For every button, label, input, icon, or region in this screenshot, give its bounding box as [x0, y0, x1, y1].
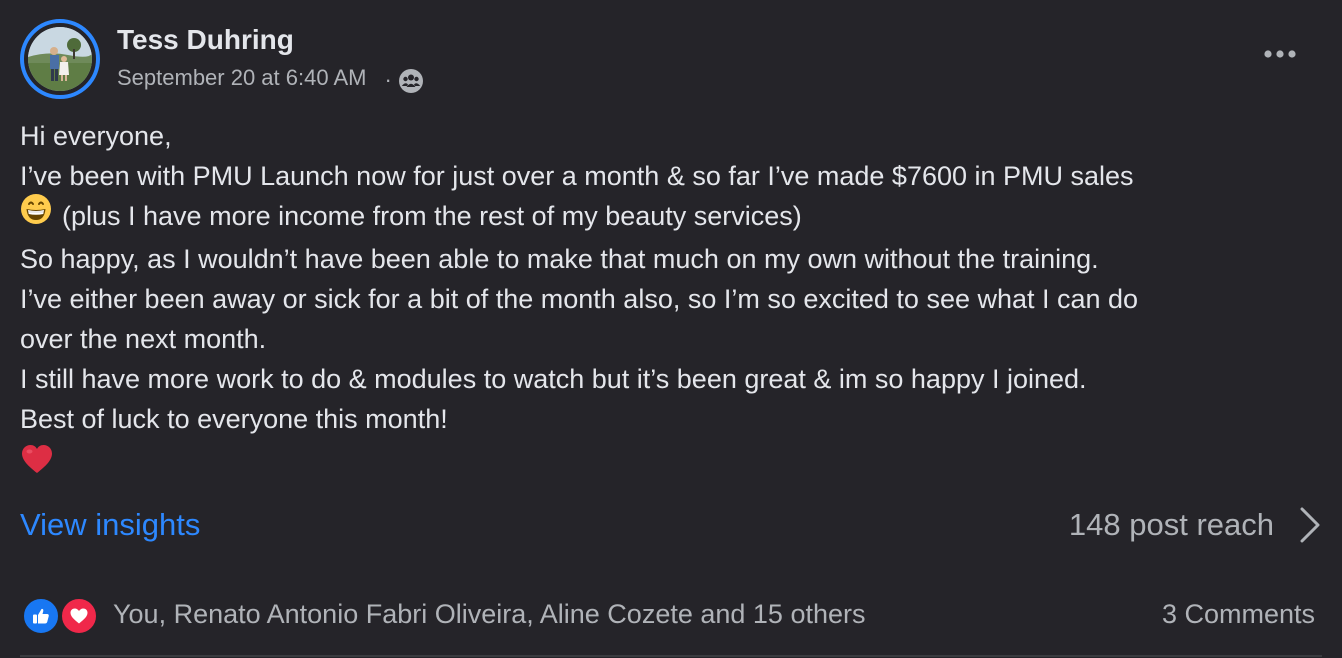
post-line: (plus I have more income from the rest o… — [62, 201, 802, 231]
post-meta: September 20 at 6:40 AM · — [117, 62, 424, 94]
reactions-summary[interactable]: You, Renato Antonio Fabri Oliveira, Alin… — [22, 594, 866, 635]
reaction-icons — [22, 595, 100, 635]
divider — [20, 655, 1322, 657]
more-options-icon — [1264, 50, 1296, 58]
post-line: So happy, as I wouldn’t have been able t… — [20, 244, 1099, 275]
post-line: Hi everyone, — [20, 121, 172, 151]
comments-count-link[interactable]: 3 Comments — [1162, 596, 1315, 632]
post-line: Best of luck to everyone this month! — [20, 404, 448, 435]
author-name[interactable]: Tess Duhring — [117, 22, 294, 58]
post-timestamp[interactable]: September 20 at 6:40 AM — [117, 65, 367, 91]
view-insights-link[interactable]: View insights — [20, 505, 200, 545]
meta-separator: · — [384, 67, 392, 92]
closing-emoji-line — [20, 439, 1320, 479]
members-group-icon[interactable] — [398, 68, 424, 94]
post-card: Tess Duhring September 20 at 6:40 AM · H… — [0, 0, 1342, 658]
like-reaction-icon — [22, 597, 60, 635]
post-reach-button[interactable]: 148 post reach — [1069, 503, 1322, 547]
post-line: I still have more work to do & modules t… — [20, 364, 1087, 395]
post-text: Hi everyone, I’ve been with PMU Launch n… — [20, 116, 1320, 479]
post-line: I’ve either been away or sick for a bit … — [20, 284, 1139, 315]
more-options-button[interactable] — [1258, 40, 1302, 68]
love-reaction-icon — [60, 597, 98, 635]
avatar-photo — [28, 27, 92, 91]
reaction-names: You, Renato Antonio Fabri Oliveira, Alin… — [113, 598, 866, 629]
red-heart-emoji — [22, 445, 52, 474]
post-line-with-emoji: (plus I have more income from the rest o… — [20, 193, 1320, 239]
chevron-right-icon — [1300, 507, 1320, 543]
author-avatar[interactable] — [20, 19, 100, 99]
post-reach-label: 148 post reach — [1068, 507, 1274, 542]
post-line: over the next month. — [20, 324, 267, 355]
post-line: I’ve been with PMU Launch now for just o… — [20, 161, 1134, 191]
grinning-face-emoji — [20, 193, 52, 236]
